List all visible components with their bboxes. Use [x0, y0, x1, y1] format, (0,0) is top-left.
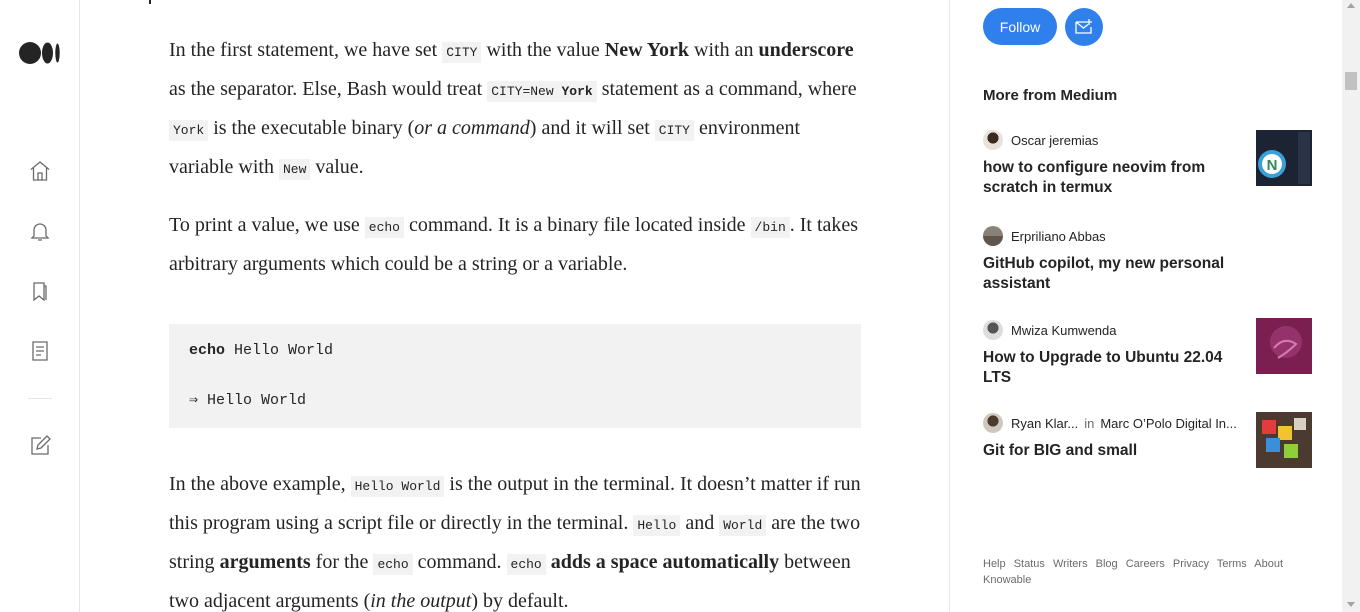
article-body: In the first statement, we have set CITY…	[80, 0, 949, 612]
story-title[interactable]: Git for BIG and small	[983, 441, 1233, 461]
story-title[interactable]: How to Upgrade to Ubuntu 22.04 LTS	[983, 348, 1233, 388]
footer-link-writers[interactable]: Writers	[1053, 558, 1088, 570]
inline-code: Hello World	[350, 476, 445, 497]
paragraph: In the above example, Hello World is the…	[169, 473, 861, 612]
inline-code: World	[719, 515, 767, 536]
footer-link-knowable[interactable]: Knowable	[983, 574, 1031, 586]
publication-name[interactable]: Marc O’Polo Digital In...	[1100, 416, 1237, 431]
avatar[interactable]	[983, 226, 1003, 246]
inline-code: CITY	[442, 42, 482, 63]
inline-code: York	[169, 120, 209, 141]
paragraph: In the first statement, we have set CITY…	[169, 39, 857, 180]
svg-text:N: N	[1267, 157, 1278, 174]
home-icon[interactable]	[28, 159, 52, 183]
mail-plus-icon	[1075, 19, 1092, 34]
author-name[interactable]: Oscar jeremias	[1011, 133, 1098, 148]
nav-divider	[28, 398, 52, 399]
footer-link-careers[interactable]: Careers	[1126, 558, 1165, 570]
code-line: echo Hello World	[189, 342, 334, 359]
in-label: in	[1084, 415, 1095, 431]
author-row: Ryan Klar... in Marc O’Polo Digital In..…	[983, 413, 1237, 433]
scroll-down-arrow-icon[interactable]	[1347, 602, 1355, 607]
more-from-medium-title: More from Medium	[983, 87, 1118, 104]
notifications-icon[interactable]	[28, 219, 52, 243]
write-icon[interactable]	[28, 434, 52, 458]
footer-link-privacy[interactable]: Privacy	[1173, 558, 1209, 570]
inline-code: echo	[364, 217, 404, 238]
inline-code: echo	[506, 554, 546, 575]
text-cursor	[149, 0, 151, 4]
author-row: Erpriliano Abbas	[983, 226, 1106, 246]
stories-icon[interactable]	[28, 339, 52, 363]
follow-button[interactable]: Follow	[983, 8, 1057, 45]
inline-code: New	[278, 159, 311, 180]
author-row: Oscar jeremias	[983, 130, 1098, 150]
footer-links: Help Status Writers Blog Careers Privacy…	[983, 556, 1313, 588]
footer-link-about[interactable]: About	[1254, 558, 1283, 570]
avatar[interactable]	[983, 320, 1003, 340]
author-name[interactable]: Mwiza Kumwenda	[1011, 323, 1117, 338]
inline-code: /bin	[750, 217, 790, 238]
medium-logo[interactable]	[19, 42, 61, 64]
scrollbar-thumb[interactable]	[1345, 72, 1357, 90]
subscribe-button[interactable]	[1065, 8, 1103, 46]
inline-code: echo	[373, 554, 413, 575]
avatar[interactable]	[983, 130, 1003, 150]
inline-code: CITY=New York	[487, 81, 597, 102]
code-line: ⇒ Hello World	[189, 392, 307, 409]
lists-icon[interactable]	[28, 279, 52, 303]
scroll-up-arrow-icon[interactable]	[1347, 3, 1355, 8]
paragraph: To print a value, we use echo command. I…	[169, 214, 859, 275]
author-row: Mwiza Kumwenda	[983, 320, 1117, 340]
footer-link-help[interactable]: Help	[983, 558, 1006, 570]
avatar[interactable]	[983, 413, 1003, 433]
right-sidebar: Follow More from Medium Oscar jeremias h…	[949, 0, 1343, 612]
left-nav	[0, 0, 80, 612]
story-thumbnail[interactable]	[1256, 412, 1312, 468]
scrollbar[interactable]	[1342, 0, 1360, 612]
code-block: echo Hello World ⇒ Hello World	[169, 324, 861, 428]
inline-code: Hello	[633, 515, 681, 536]
footer-link-terms[interactable]: Terms	[1217, 558, 1247, 570]
footer-link-blog[interactable]: Blog	[1096, 558, 1118, 570]
author-name[interactable]: Erpriliano Abbas	[1011, 229, 1106, 244]
story-thumbnail[interactable]	[1256, 318, 1312, 374]
author-name[interactable]: Ryan Klar...	[1011, 416, 1078, 431]
footer-link-status[interactable]: Status	[1014, 558, 1045, 570]
story-title[interactable]: GitHub copilot, my new personal assistan…	[983, 254, 1233, 294]
inline-code: CITY	[654, 120, 694, 141]
story-thumbnail[interactable]: N	[1256, 130, 1312, 186]
story-title[interactable]: how to configure neovim from scratch in …	[983, 158, 1233, 198]
